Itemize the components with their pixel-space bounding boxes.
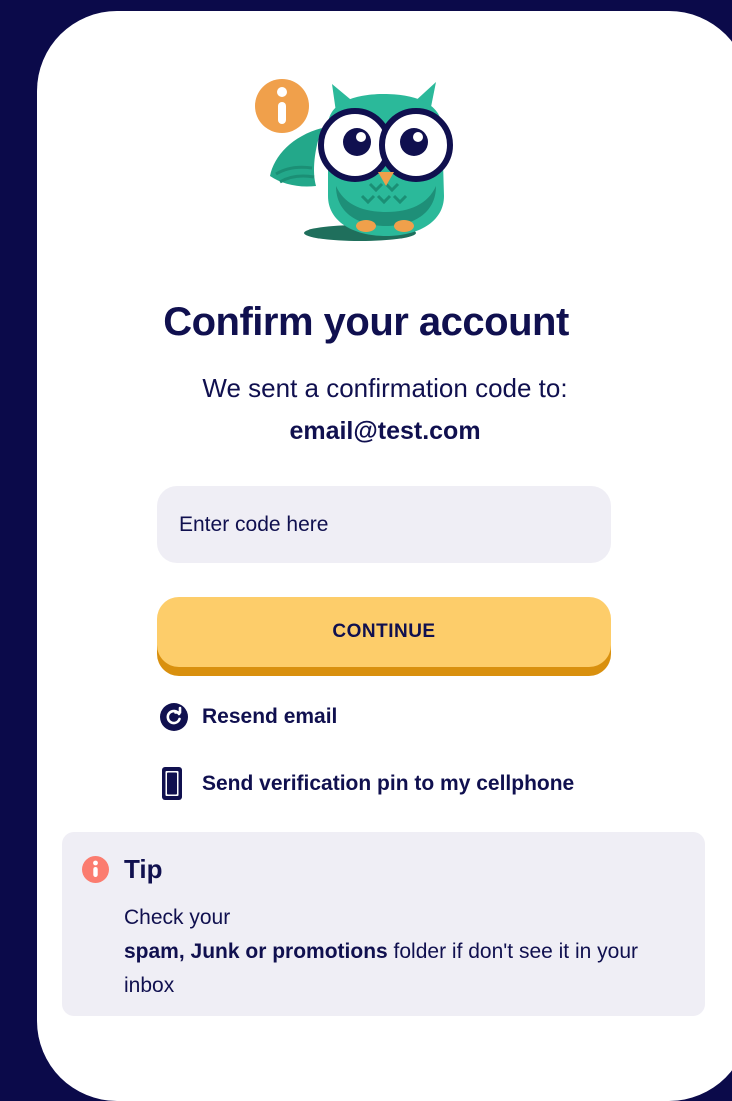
resend-email-label: Resend email xyxy=(202,705,338,728)
resend-email-link[interactable]: Resend email xyxy=(160,703,337,731)
info-icon xyxy=(82,856,109,883)
confirmation-subtitle: We sent a confirmation code to: xyxy=(202,373,568,403)
tip-box: Tip Check your spam, Junk or promotions … xyxy=(62,832,705,1016)
tip-emphasis: spam, Junk or promotions xyxy=(124,940,388,963)
send-pin-label: Send verification pin to my cellphone xyxy=(202,772,575,795)
continue-button[interactable]: CONTINUE xyxy=(157,597,611,667)
tip-text: Check your spam, Junk or promotions fold… xyxy=(124,901,690,1003)
tip-line-1: Check your xyxy=(124,906,231,929)
tip-line-2: spam, Junk or promotions folder if don't… xyxy=(124,935,690,1003)
send-pin-link[interactable]: Send verification pin to my cellphone xyxy=(160,766,574,802)
code-input[interactable] xyxy=(157,486,611,563)
owl-mascot-icon xyxy=(255,79,453,241)
page-title: Confirm your account xyxy=(163,300,569,344)
cellphone-icon xyxy=(162,767,182,800)
refresh-icon xyxy=(160,703,188,731)
recipient-email: email@test.com xyxy=(289,417,481,445)
tip-title: Tip xyxy=(124,854,163,884)
